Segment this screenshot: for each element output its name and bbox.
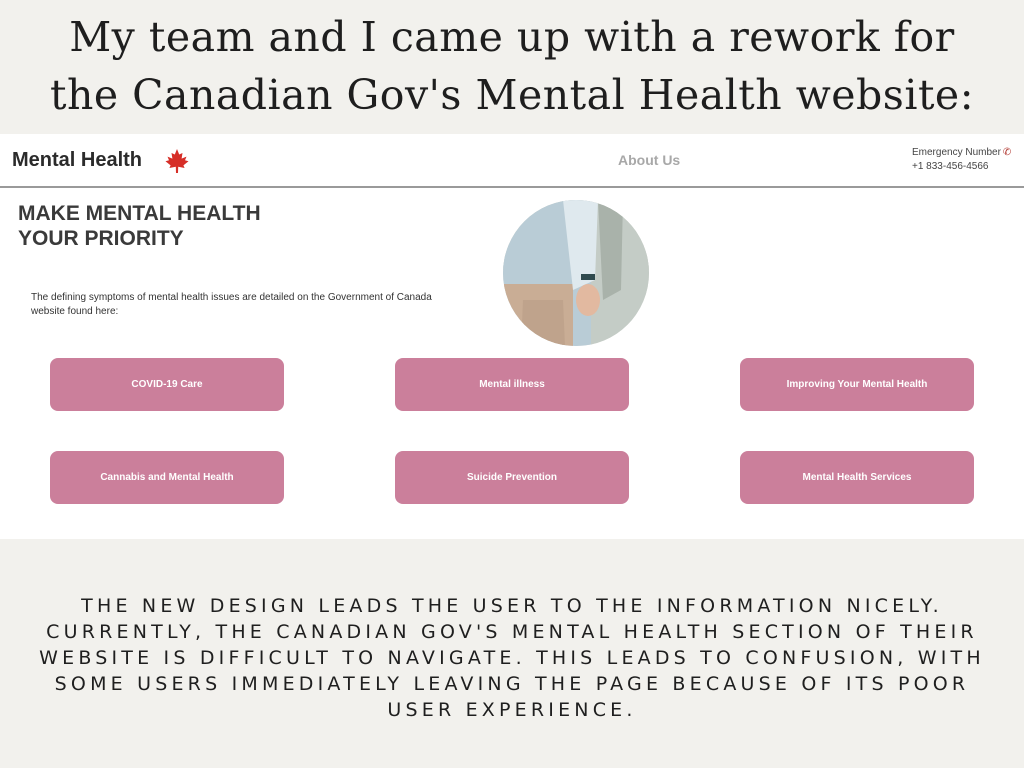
mental-health-services-button[interactable]: Mental Health Services <box>740 451 974 504</box>
emergency-contact: Emergency Number ✆ +1 833-456-4566 <box>912 146 1011 174</box>
brand-title[interactable]: Mental Health <box>12 149 142 172</box>
emergency-number[interactable]: +1 833-456-4566 <box>912 160 1011 174</box>
cannabis-mental-health-button[interactable]: Cannabis and Mental Health <box>50 451 284 504</box>
covid-care-button[interactable]: COVID-19 Care <box>50 358 284 411</box>
website-mockup: Mental Health About Us Emergency Number ✆… <box>0 134 1024 539</box>
headline-line-1: My team and I came up with a rework for <box>69 13 955 61</box>
slide-headline: My team and I came up with a rework for … <box>0 8 1024 124</box>
emergency-label: Emergency Number <box>912 147 1001 158</box>
maple-leaf-icon <box>165 149 189 173</box>
about-us-link[interactable]: About Us <box>618 152 680 168</box>
hero-title: MAKE MENTAL HEALTH YOUR PRIORITY <box>18 202 261 250</box>
hero-photo <box>503 200 649 346</box>
couple-holding-hands-image <box>503 200 649 346</box>
mockup-nav-bar: Mental Health About Us Emergency Number ✆… <box>0 134 1024 188</box>
mental-illness-button[interactable]: Mental illness <box>395 358 629 411</box>
hero-description: The defining symptoms of mental health i… <box>31 292 432 317</box>
phone-icon: ✆ <box>1002 147 1012 158</box>
slide-caption: THE NEW DESIGN LEADS THE USER TO THE INF… <box>39 595 985 721</box>
headline-line-2: the Canadian Gov's Mental Health website… <box>49 71 975 119</box>
improving-mental-health-button[interactable]: Improving Your Mental Health <box>740 358 974 411</box>
suicide-prevention-button[interactable]: Suicide Prevention <box>395 451 629 504</box>
